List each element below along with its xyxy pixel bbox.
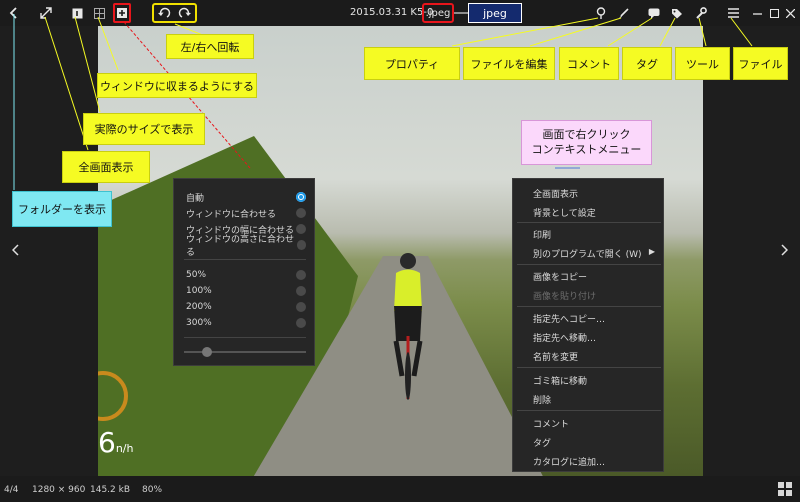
zoom-option-300[interactable]: 300% <box>186 316 306 330</box>
divider <box>517 367 661 368</box>
annotation-properties: プロパティ <box>364 47 460 80</box>
menu-item-comment[interactable]: コメント <box>533 417 661 430</box>
actual-size-icon[interactable] <box>68 4 86 22</box>
zoom-option-auto[interactable]: 自動 <box>186 190 306 204</box>
toggle-fit-icon[interactable] <box>113 4 131 22</box>
annotation-fit-window: ウィンドウに収まるようにする <box>97 73 257 98</box>
divider <box>517 264 661 265</box>
annotation-context-menu: 画面で右クリック コンテキストメニュー <box>521 120 652 165</box>
radio-icon[interactable] <box>296 286 306 296</box>
back-chevron-icon[interactable] <box>5 4 23 22</box>
zoom-option-fit-window[interactable]: ウィンドウに合わせる <box>186 206 306 220</box>
next-image-icon[interactable] <box>780 244 789 260</box>
menu-item-rename[interactable]: 名前を変更 <box>533 350 661 363</box>
hamburger-menu-icon[interactable] <box>724 4 742 22</box>
radio-icon[interactable] <box>296 302 306 312</box>
zoom-option-fit-height[interactable]: ウィンドウの高さに合わせる <box>186 235 306 258</box>
annotation-tag: タグ <box>622 47 672 80</box>
menu-item-print[interactable]: 印刷 <box>533 228 661 241</box>
annotation-edit: ファイルを編集 <box>463 47 555 80</box>
zoom-option-200[interactable]: 200% <box>186 300 306 314</box>
radio-icon[interactable] <box>296 224 306 234</box>
fullscreen-icon[interactable] <box>37 4 55 22</box>
file-size: 145.2 kB <box>90 485 131 495</box>
tag-icon[interactable] <box>668 4 686 22</box>
menu-item-trash[interactable]: ゴミ箱に移動 <box>533 374 661 387</box>
menu-item-fullscreen[interactable]: 全画面表示 <box>533 187 661 200</box>
menu-item-copy-to[interactable]: 指定先へコピー… <box>533 312 661 325</box>
divider <box>517 222 661 223</box>
annotation-comment: コメント <box>559 47 619 80</box>
radio-selected-icon[interactable] <box>296 192 306 202</box>
context-menu: 全画面表示 背景として設定 印刷 別のプログラムで開く (W) ▶ 画像をコピー… <box>512 178 664 472</box>
zoom-panel: 自動 ウィンドウに合わせる ウィンドウの幅に合わせる ウィンドウの高さに合わせる… <box>173 178 315 366</box>
divider <box>184 337 306 338</box>
annotation-tool: ツール <box>675 47 730 80</box>
annotation-rotate: 左/右へ回転 <box>166 34 254 59</box>
menu-item-set-background[interactable]: 背景として設定 <box>533 206 661 219</box>
menu-item-tag[interactable]: タグ <box>533 436 661 449</box>
prev-image-icon[interactable] <box>11 244 20 260</box>
zoom-option-100[interactable]: 100% <box>186 284 306 298</box>
edit-brush-icon[interactable] <box>614 4 632 22</box>
radio-icon[interactable] <box>296 208 306 218</box>
zoom-option-50[interactable]: 50% <box>186 268 306 282</box>
file-extension: .jpeg <box>422 3 454 23</box>
properties-pin-icon[interactable] <box>592 4 610 22</box>
grid-view-icon[interactable] <box>778 482 792 496</box>
radio-icon[interactable] <box>296 318 306 328</box>
minimize-icon[interactable] <box>748 4 766 22</box>
wrench-icon[interactable] <box>692 4 710 22</box>
menu-item-delete[interactable]: 削除 <box>533 393 661 406</box>
rotate-right-icon[interactable] <box>175 4 193 22</box>
divider <box>184 259 306 260</box>
photo-cyclist <box>393 253 423 400</box>
close-icon[interactable] <box>781 4 799 22</box>
rotate-left-icon[interactable] <box>155 4 173 22</box>
divider <box>517 410 661 411</box>
annotation-fullscreen: 全画面表示 <box>62 151 150 183</box>
menu-item-add-catalog[interactable]: カタログに追加… <box>533 455 661 468</box>
submenu-arrow-icon: ▶ <box>648 247 655 256</box>
status-bar: 4/4 1280 × 960 145.2 kB 80% <box>0 476 800 502</box>
annotation-folder: フォルダーを表示 <box>12 191 112 227</box>
divider <box>517 306 661 307</box>
image-index: 4/4 <box>4 485 19 495</box>
radio-icon[interactable] <box>296 270 306 280</box>
annotation-actual-size: 実際のサイズで表示 <box>83 113 205 145</box>
menu-item-copy-image[interactable]: 画像をコピー <box>533 270 661 283</box>
zoom-level[interactable]: 80% <box>142 485 162 495</box>
jpeg-badge: jpeg <box>468 3 522 23</box>
annotation-file: ファイル <box>733 47 788 80</box>
menu-item-paste-image: 画像を貼り付け <box>533 292 597 302</box>
fit-window-icon[interactable] <box>90 4 108 22</box>
image-dimensions: 1280 × 960 <box>32 485 86 495</box>
zoom-slider-thumb[interactable] <box>202 347 212 357</box>
photo-speed-readout: 6n/h <box>98 426 134 459</box>
file-title: 2015.03.31 K5-0 <box>350 7 434 18</box>
menu-item-open-with[interactable]: 別のプログラムで開く (W) ▶ <box>533 247 661 260</box>
top-toolbar: 2015.03.31 K5-0 .jpeg <box>0 0 800 26</box>
menu-item-move-to[interactable]: 指定先へ移動… <box>533 331 661 344</box>
radio-icon[interactable] <box>296 240 306 250</box>
comment-bubble-icon[interactable] <box>645 4 663 22</box>
